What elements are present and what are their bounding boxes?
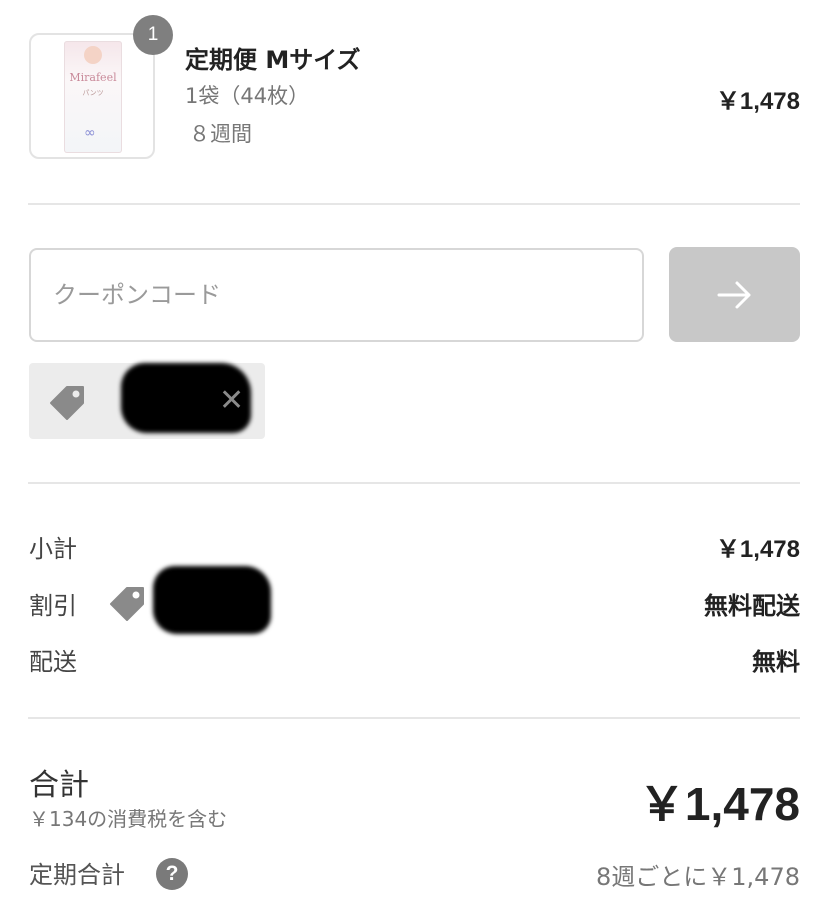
remove-coupon-close-icon[interactable]: ✕: [219, 383, 244, 419]
discount-label: 割引: [29, 592, 77, 620]
subtotal-label: 小計: [29, 535, 77, 563]
baby-face-graphic: [84, 46, 102, 64]
arrow-right-icon: [717, 281, 750, 308]
product-price: ￥1,478: [715, 88, 800, 115]
product-thumbnail: Mirafeel パンツ ∞: [29, 33, 155, 159]
subtotal-value: ￥1,478: [715, 536, 800, 563]
redacted-discount-code: [153, 566, 271, 634]
product-package-image: Mirafeel パンツ ∞: [64, 41, 122, 153]
shipping-label: 配送: [29, 648, 77, 676]
tag-icon: [110, 587, 144, 621]
total-value: ￥1,478: [638, 778, 800, 830]
help-icon[interactable]: ?: [156, 858, 188, 890]
divider: [28, 482, 800, 484]
infinity-icon: ∞: [84, 125, 96, 141]
apply-coupon-button[interactable]: [669, 247, 800, 342]
tax-note: ￥134の消費税を含む: [29, 807, 228, 831]
quantity-badge: 1: [133, 15, 173, 55]
total-label: 合計: [29, 768, 89, 803]
product-sub-text: パンツ: [82, 89, 104, 97]
coupon-code-input[interactable]: [29, 248, 644, 342]
divider: [28, 717, 800, 719]
product-brand-text: Mirafeel: [69, 71, 117, 84]
product-variant: 1袋（44枚）: [185, 84, 310, 108]
subscription-total-value: 8週ごとに￥1,478: [596, 863, 800, 891]
subscription-total-label: 定期合計: [29, 861, 125, 889]
product-interval: ８週間: [189, 122, 252, 146]
applied-coupon-chip: ✕: [29, 363, 265, 439]
divider: [28, 203, 800, 205]
shipping-value: 無料: [752, 648, 800, 676]
product-title: 定期便 Mサイズ: [185, 46, 361, 74]
tag-icon: [50, 386, 84, 420]
discount-value: 無料配送: [704, 592, 800, 620]
